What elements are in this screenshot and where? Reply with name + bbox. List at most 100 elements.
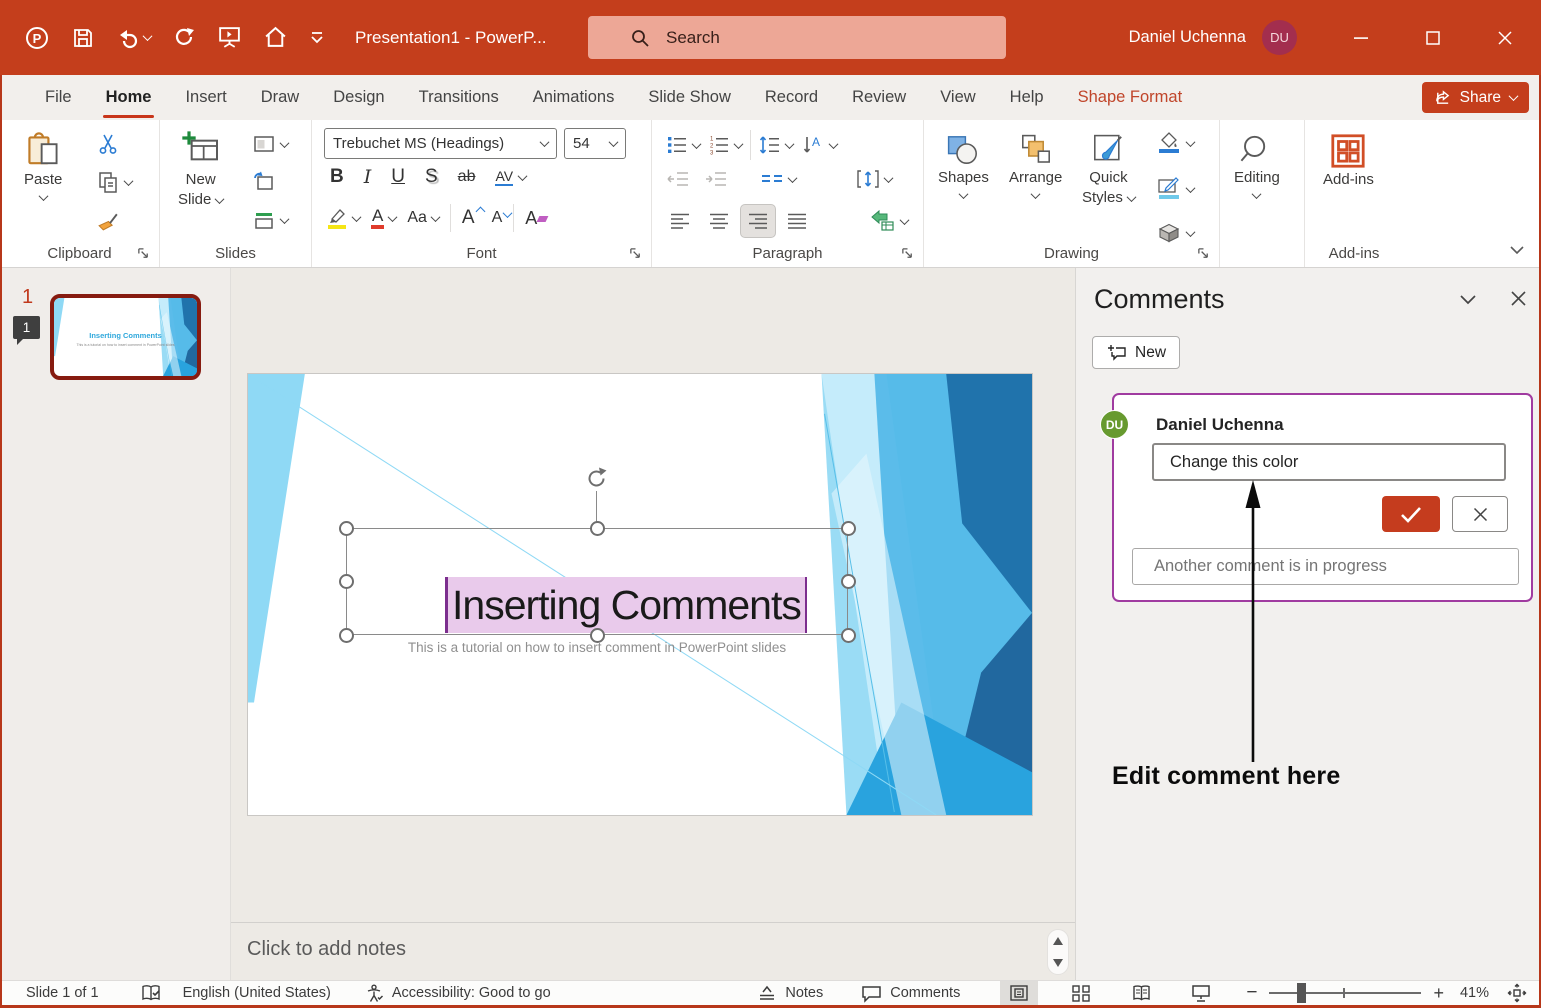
arrange-button[interactable]: Arrange <box>1009 132 1062 199</box>
handle-bottom-right[interactable] <box>841 628 856 643</box>
drawing-dialog-launcher[interactable] <box>1197 247 1210 260</box>
tab-shape-format[interactable]: Shape Format <box>1061 75 1200 120</box>
tab-file[interactable]: File <box>28 75 89 120</box>
new-comment-button[interactable]: New <box>1092 336 1180 369</box>
underline-button[interactable]: U <box>391 166 405 188</box>
font-color-button[interactable]: A <box>371 207 396 229</box>
font-dialog-launcher[interactable] <box>629 247 642 260</box>
tab-review[interactable]: Review <box>835 75 923 120</box>
slide-indicator[interactable]: Slide 1 of 1 <box>26 985 99 1001</box>
handle-middle-left[interactable] <box>339 574 354 589</box>
zoom-slider[interactable] <box>1269 983 1421 1003</box>
decrease-indent-button[interactable] <box>666 169 690 189</box>
copy-dropdown-chevron[interactable] <box>124 176 134 186</box>
justify-button[interactable] <box>779 204 815 238</box>
format-painter-button[interactable] <box>96 208 121 233</box>
increase-indent-button[interactable] <box>704 169 728 189</box>
minimize-button[interactable] <box>1325 0 1397 75</box>
slide-thumbnail[interactable]: Inserting Comments This is a tutorial on… <box>50 294 201 380</box>
customize-qat-chevron-icon[interactable] <box>309 30 325 46</box>
slide-canvas[interactable]: This is a tutorial on how to insert comm… <box>247 373 1033 816</box>
zoom-in-button[interactable]: + <box>1433 983 1444 1004</box>
section-chevron[interactable] <box>280 214 290 224</box>
new-slide-button[interactable]: New Slide <box>178 130 223 210</box>
tab-view[interactable]: View <box>923 75 992 120</box>
handle-top-left[interactable] <box>339 521 354 536</box>
tab-transitions[interactable]: Transitions <box>402 75 516 120</box>
comment-count-badge[interactable]: 1 <box>13 316 40 339</box>
maximize-button[interactable] <box>1397 0 1469 75</box>
align-right-button[interactable] <box>740 204 776 238</box>
tab-draw[interactable]: Draw <box>244 75 317 120</box>
shape-fill-button[interactable] <box>1156 130 1194 156</box>
clear-formatting-button[interactable]: A <box>525 208 537 229</box>
share-button[interactable]: Share <box>1422 82 1529 113</box>
zoom-slider-thumb[interactable] <box>1297 983 1306 1003</box>
editing-button[interactable]: Editing <box>1234 132 1280 199</box>
bullets-button[interactable] <box>666 134 700 156</box>
slide-layout-button[interactable] <box>252 132 288 156</box>
comment-cancel-button[interactable] <box>1452 496 1508 532</box>
slide-title-highlighted[interactable]: Inserting Comments <box>445 577 807 633</box>
paste-dropdown-chevron[interactable] <box>38 191 48 201</box>
comment-text-input[interactable] <box>1152 443 1506 481</box>
shrink-font-button[interactable]: A <box>492 209 503 227</box>
handle-bottom-center[interactable] <box>590 628 605 643</box>
comment-save-button[interactable] <box>1382 496 1440 532</box>
zoom-level[interactable]: 41% <box>1460 985 1489 1001</box>
share-dropdown-chevron[interactable] <box>1509 91 1519 101</box>
comments-close-icon[interactable] <box>1510 290 1527 307</box>
change-case-button[interactable]: Aa <box>407 209 439 227</box>
copy-button[interactable] <box>96 170 132 194</box>
close-button[interactable] <box>1469 0 1541 75</box>
slide-layout-chevron[interactable] <box>280 138 290 148</box>
tab-animations[interactable]: Animations <box>516 75 632 120</box>
search-box[interactable]: Search <box>588 16 1006 59</box>
shapes-chevron[interactable] <box>958 189 968 199</box>
undo-button[interactable] <box>116 26 151 50</box>
start-slideshow-icon[interactable] <box>217 25 242 50</box>
bold-button[interactable]: B <box>330 166 344 188</box>
handle-top-right[interactable] <box>841 521 856 536</box>
shape-effects-button[interactable] <box>1156 220 1194 246</box>
tab-slide-show[interactable]: Slide Show <box>631 75 748 120</box>
save-icon[interactable] <box>71 26 95 50</box>
notes-toggle-button[interactable]: Notes <box>757 984 823 1002</box>
handle-bottom-left[interactable] <box>339 628 354 643</box>
comment-reply-input[interactable] <box>1132 548 1519 585</box>
text-direction-button[interactable]: A <box>801 134 837 156</box>
notes-placeholder[interactable]: Click to add notes <box>247 938 406 961</box>
user-name[interactable]: Daniel Uchenna <box>1129 28 1246 47</box>
redo-icon[interactable] <box>172 26 196 50</box>
accessibility-status[interactable]: Accessibility: Good to go <box>392 985 551 1001</box>
tab-help[interactable]: Help <box>993 75 1061 120</box>
reading-view-button[interactable] <box>1122 981 1160 1005</box>
handle-middle-right[interactable] <box>841 574 856 589</box>
font-size-combo[interactable]: 54 <box>564 128 626 159</box>
section-button[interactable] <box>252 208 288 232</box>
shapes-button[interactable]: Shapes <box>938 132 989 199</box>
fit-to-window-button[interactable] <box>1507 983 1527 1003</box>
font-name-combo[interactable]: Trebuchet MS (Headings) <box>324 128 557 159</box>
notes-scrollbar[interactable] <box>1047 929 1069 975</box>
quick-styles-chevron[interactable] <box>1126 192 1136 202</box>
character-spacing-button[interactable]: AV <box>495 169 526 186</box>
line-spacing-button[interactable] <box>759 134 793 156</box>
strikethrough-button[interactable]: ab <box>458 168 476 186</box>
collapse-ribbon-chevron[interactable] <box>1509 245 1525 255</box>
tab-design[interactable]: Design <box>316 75 401 120</box>
comments-toggle-button[interactable]: Comments <box>861 984 960 1003</box>
new-slide-chevron[interactable] <box>215 194 225 204</box>
smartart-button[interactable] <box>870 209 908 233</box>
slide-sorter-view-button[interactable] <box>1062 981 1100 1005</box>
arrange-chevron[interactable] <box>1031 189 1041 199</box>
rotation-handle-icon[interactable] <box>583 465 610 492</box>
zoom-out-button[interactable]: − <box>1246 982 1257 1004</box>
shape-outline-button[interactable] <box>1156 176 1194 202</box>
align-text-button[interactable] <box>856 168 892 190</box>
spellcheck-button[interactable] <box>141 984 161 1003</box>
scroll-up-icon[interactable] <box>1053 937 1063 945</box>
powerpoint-logo-icon[interactable]: P <box>24 25 50 51</box>
highlight-button[interactable] <box>326 206 360 230</box>
text-shadow-button[interactable]: S <box>425 166 438 188</box>
